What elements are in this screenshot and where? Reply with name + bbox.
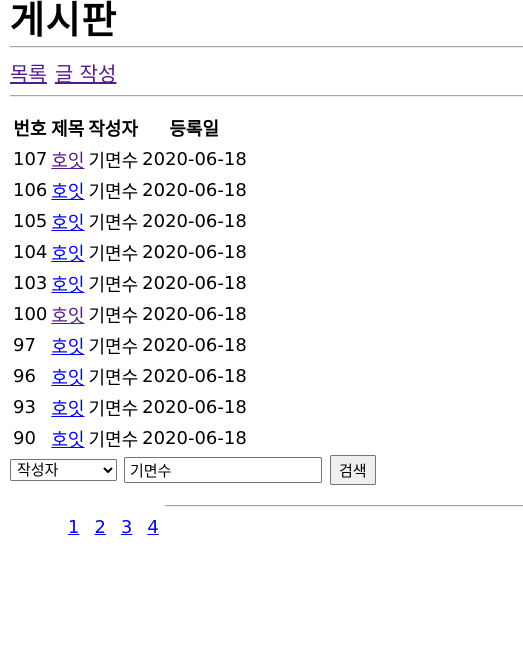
post-number: 106 xyxy=(13,180,48,201)
post-title-cell: 호잇 xyxy=(50,331,85,360)
post-date: 2020-06-18 xyxy=(142,304,247,325)
post-number: 107 xyxy=(13,149,48,170)
search-type-select[interactable]: 작성자 xyxy=(10,459,117,481)
column-header-title: 제목 xyxy=(51,119,85,140)
post-date: 2020-06-18 xyxy=(142,149,247,170)
page-link-3[interactable]: 3 xyxy=(121,517,132,538)
post-number: 104 xyxy=(13,242,48,263)
page-link-4[interactable]: 4 xyxy=(147,517,158,538)
post-title-cell: 호잇 xyxy=(50,176,85,205)
post-author: 기면수 xyxy=(88,243,139,265)
post-title-cell: 호잇 xyxy=(50,362,85,391)
pagination-divider xyxy=(165,505,523,507)
post-title-link[interactable]: 호잇 xyxy=(51,213,84,234)
post-title-cell: 호잇 xyxy=(50,207,85,236)
post-date: 2020-06-18 xyxy=(142,428,247,449)
post-author: 기면수 xyxy=(88,181,139,203)
post-title-link[interactable]: 호잇 xyxy=(51,151,84,172)
post-title-cell: 호잇 xyxy=(50,300,85,329)
post-table: 번호 제목 작성자 등록일 107 호잇 기면수 2020-06-18 106 호잇 기면수… xyxy=(10,111,250,455)
table-row: 105 호잇 기면수 2020-06-18 xyxy=(12,207,248,236)
post-author: 기면수 xyxy=(88,212,139,234)
search-button[interactable]: 검색 xyxy=(330,455,376,485)
write-post-link[interactable]: 글 작성 xyxy=(55,58,117,87)
post-title-link[interactable]: 호잇 xyxy=(51,430,84,451)
post-author: 기면수 xyxy=(88,336,139,358)
pagination: 1234 xyxy=(68,517,523,538)
post-title-cell: 호잇 xyxy=(50,269,85,298)
post-title-cell: 호잇 xyxy=(50,424,85,453)
board-page: 게시판 목록 글 작성 번호 제목 작성자 등록일 107 호잇 기면수 2020-0… xyxy=(10,0,523,538)
post-author: 기면수 xyxy=(88,150,139,172)
search-form: 작성자 검색 xyxy=(10,455,523,485)
post-date: 2020-06-18 xyxy=(142,397,247,418)
post-number: 105 xyxy=(13,211,48,232)
column-header-author: 작성자 xyxy=(88,119,139,140)
post-title-link[interactable]: 호잇 xyxy=(51,337,84,358)
post-number: 93 xyxy=(13,397,36,418)
column-header-number: 번호 xyxy=(13,119,47,140)
table-row: 107 호잇 기면수 2020-06-18 xyxy=(12,145,248,174)
table-row: 103 호잇 기면수 2020-06-18 xyxy=(12,269,248,298)
post-title-link[interactable]: 호잇 xyxy=(51,182,84,203)
table-row: 96 호잇 기면수 2020-06-18 xyxy=(12,362,248,391)
post-title-cell: 호잇 xyxy=(50,238,85,267)
search-input[interactable] xyxy=(124,457,322,483)
table-row: 106 호잇 기면수 2020-06-18 xyxy=(12,176,248,205)
post-number: 96 xyxy=(13,366,36,387)
nav-links: 목록 글 작성 xyxy=(10,48,523,95)
page-title: 게시판 xyxy=(10,0,118,42)
post-title-link[interactable]: 호잇 xyxy=(51,275,84,296)
post-title-link[interactable]: 호잇 xyxy=(51,244,84,265)
post-author: 기면수 xyxy=(88,398,139,420)
table-row: 93 호잇 기면수 2020-06-18 xyxy=(12,393,248,422)
page-link-1[interactable]: 1 xyxy=(68,517,79,538)
post-rows: 107 호잇 기면수 2020-06-18 106 호잇 기면수 2020-06-18 105 호… xyxy=(12,145,248,453)
post-author: 기면수 xyxy=(88,367,139,389)
page-link-2[interactable]: 2 xyxy=(94,517,105,538)
post-author: 기면수 xyxy=(88,274,139,296)
post-author: 기면수 xyxy=(88,429,139,451)
post-title-cell: 호잇 xyxy=(50,145,85,174)
post-date: 2020-06-18 xyxy=(142,211,247,232)
table-row: 104 호잇 기면수 2020-06-18 xyxy=(12,238,248,267)
table-row: 97 호잇 기면수 2020-06-18 xyxy=(12,331,248,360)
list-link[interactable]: 목록 xyxy=(10,58,47,87)
post-title-cell: 호잇 xyxy=(50,393,85,422)
table-header-row: 번호 제목 작성자 등록일 xyxy=(12,113,248,143)
column-header-date: 등록일 xyxy=(169,119,220,140)
post-author: 기면수 xyxy=(88,305,139,327)
table-row: 90 호잇 기면수 2020-06-18 xyxy=(12,424,248,453)
post-date: 2020-06-18 xyxy=(142,335,247,356)
nav-divider xyxy=(10,95,523,97)
post-date: 2020-06-18 xyxy=(142,273,247,294)
post-date: 2020-06-18 xyxy=(142,180,247,201)
post-number: 90 xyxy=(13,428,36,449)
post-number: 103 xyxy=(13,273,48,294)
post-title-link[interactable]: 호잇 xyxy=(51,399,84,420)
post-date: 2020-06-18 xyxy=(142,242,247,263)
post-title-link[interactable]: 호잇 xyxy=(51,306,84,327)
post-date: 2020-06-18 xyxy=(142,366,247,387)
post-title-link[interactable]: 호잇 xyxy=(51,368,84,389)
post-number: 97 xyxy=(13,335,36,356)
post-number: 100 xyxy=(13,304,48,325)
table-row: 100 호잇 기면수 2020-06-18 xyxy=(12,300,248,329)
